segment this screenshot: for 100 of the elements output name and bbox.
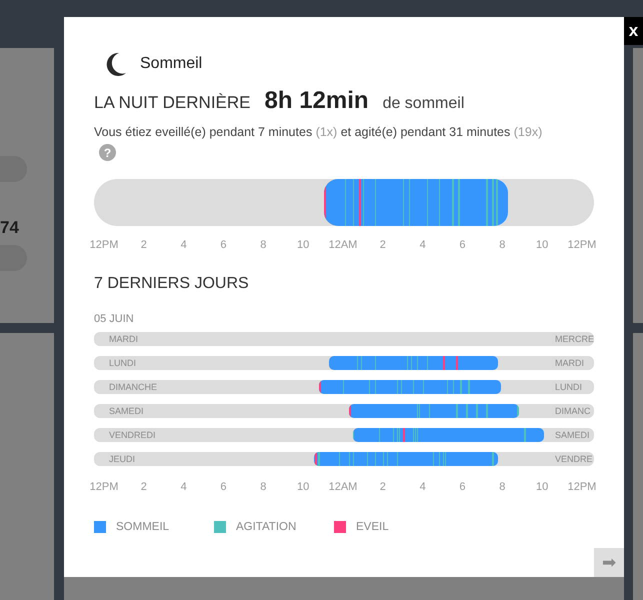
axis-tick-label: 10 bbox=[297, 239, 310, 251]
axis-tick-label: 4 bbox=[420, 481, 426, 493]
headline-label: LA NUIT DERNIÈRE bbox=[94, 93, 251, 113]
agitation-mark bbox=[438, 452, 440, 466]
agitation-mark bbox=[492, 452, 494, 466]
agitation-mark bbox=[402, 179, 404, 226]
axis-tick-label: 2 bbox=[140, 481, 147, 493]
agitation-mark bbox=[426, 356, 428, 370]
wake-mark bbox=[456, 356, 458, 370]
wake-mark bbox=[402, 428, 405, 442]
legend-label: SOMMEIL bbox=[116, 521, 170, 533]
axis-tick-label: 6 bbox=[459, 481, 466, 493]
agitation-mark bbox=[410, 356, 412, 370]
agitation-mark bbox=[486, 179, 488, 226]
day-label: MARDI bbox=[555, 357, 584, 370]
agitation-mark bbox=[422, 380, 424, 394]
day-label: DIMANC bbox=[555, 405, 590, 418]
agitation-mark bbox=[342, 380, 344, 394]
day-label: MERCRE bbox=[555, 333, 594, 346]
day-label: JEUDI bbox=[109, 453, 136, 466]
agitation-mark bbox=[378, 428, 380, 442]
dialog-title: Sommeil bbox=[140, 55, 202, 73]
agitation-mark bbox=[348, 452, 350, 466]
date-label: 05 JUIN bbox=[94, 313, 135, 325]
agitation-mark bbox=[486, 404, 488, 418]
axis-tick-label: 12PM bbox=[568, 481, 596, 493]
day-label: LUNDI bbox=[109, 357, 136, 370]
day-label: SAMEDI bbox=[109, 405, 144, 418]
wake-mark bbox=[348, 404, 351, 418]
help-icon[interactable]: ? bbox=[99, 144, 116, 161]
sleep-duration: 8h 12min bbox=[264, 87, 369, 115]
stat-value: 74 bbox=[0, 218, 19, 238]
agitation-mark bbox=[438, 179, 440, 226]
day-label: LUNDI bbox=[555, 381, 582, 394]
next-button[interactable]: ➡ bbox=[594, 548, 624, 577]
agitation-mark bbox=[446, 380, 448, 394]
axis-tick-label: 4 bbox=[180, 481, 187, 493]
agitation-mark bbox=[374, 356, 376, 370]
agitation-mark bbox=[352, 179, 354, 226]
agitation-mark bbox=[432, 452, 434, 466]
wake-mark bbox=[315, 452, 318, 466]
agitation-mark bbox=[460, 380, 462, 394]
agitation-mark bbox=[428, 404, 430, 418]
axis-tick-label: 8 bbox=[499, 239, 506, 251]
axis-tick-label: 2 bbox=[380, 481, 386, 493]
agitation-mark bbox=[374, 380, 376, 394]
agitation-mark bbox=[396, 380, 398, 394]
agitation-mark bbox=[426, 179, 428, 226]
agitation-mark bbox=[452, 380, 454, 394]
agitation-mark bbox=[338, 452, 340, 466]
agitation-mark bbox=[400, 380, 402, 394]
agitation-mark bbox=[374, 179, 376, 226]
agitation-mark bbox=[360, 356, 362, 370]
axis-tick-label: 6 bbox=[459, 239, 466, 251]
axis-tick-label: 10 bbox=[536, 239, 548, 251]
moon-icon bbox=[104, 52, 128, 76]
axis-tick-label: 12PM bbox=[90, 239, 118, 251]
agitation-mark bbox=[456, 404, 458, 418]
axis-tick-label: 12AM bbox=[328, 481, 358, 493]
day-label: SAMEDI bbox=[555, 429, 590, 442]
sleep-summary: Vous étiez eveillé(e) pendant 7 minutes (1x) et agité(e) pendant 31 minutes (19x) bbox=[94, 124, 544, 140]
agitation-mark bbox=[356, 356, 358, 370]
day-label: DIMANCHE bbox=[109, 381, 158, 394]
agitation-mark bbox=[406, 356, 408, 370]
axis-tick-label: 6 bbox=[220, 481, 227, 493]
agitation-mark bbox=[492, 179, 494, 226]
agitation-mark bbox=[362, 179, 364, 226]
agitation-mark bbox=[382, 452, 384, 466]
axis-tick-label: 12PM bbox=[568, 239, 596, 251]
agitation-mark bbox=[412, 380, 414, 394]
axis-tick-label: 6 bbox=[220, 239, 227, 251]
axis-tick-label: 10 bbox=[536, 481, 548, 493]
axis-tick-label: 4 bbox=[180, 239, 187, 251]
agitation-mark bbox=[466, 404, 468, 418]
day-label: VENDRE bbox=[555, 453, 593, 466]
axis-tick-label: 8 bbox=[499, 481, 506, 493]
axis-tick-label: 8 bbox=[260, 239, 266, 251]
agitation-mark bbox=[416, 356, 418, 370]
agitation-mark bbox=[468, 380, 470, 394]
agitation-mark bbox=[366, 452, 368, 466]
headline-suffix: de sommeil bbox=[382, 95, 464, 113]
agitation-mark bbox=[352, 428, 354, 442]
agitation-mark bbox=[517, 404, 519, 418]
wake-mark bbox=[319, 380, 322, 394]
agitation-mark bbox=[368, 380, 370, 394]
agitation-mark bbox=[524, 428, 526, 442]
axis-tick-label: 12PM bbox=[90, 481, 118, 493]
agitation-mark bbox=[408, 179, 410, 226]
axis-tick-label: 12AM bbox=[328, 239, 358, 251]
agitation-mark bbox=[452, 179, 454, 226]
agitation-mark bbox=[344, 179, 346, 226]
agitation-mark bbox=[496, 179, 498, 226]
agitation-mark bbox=[458, 179, 460, 226]
close-button[interactable]: x bbox=[624, 17, 643, 45]
legend-label: EVEIL bbox=[356, 521, 389, 533]
section-title: 7 DERNIERS JOURS bbox=[94, 275, 250, 293]
day-label: MARDI bbox=[109, 333, 138, 346]
agitation-mark bbox=[386, 452, 388, 466]
legend-label: AGITATION bbox=[236, 521, 296, 533]
agitation-mark bbox=[352, 452, 354, 466]
